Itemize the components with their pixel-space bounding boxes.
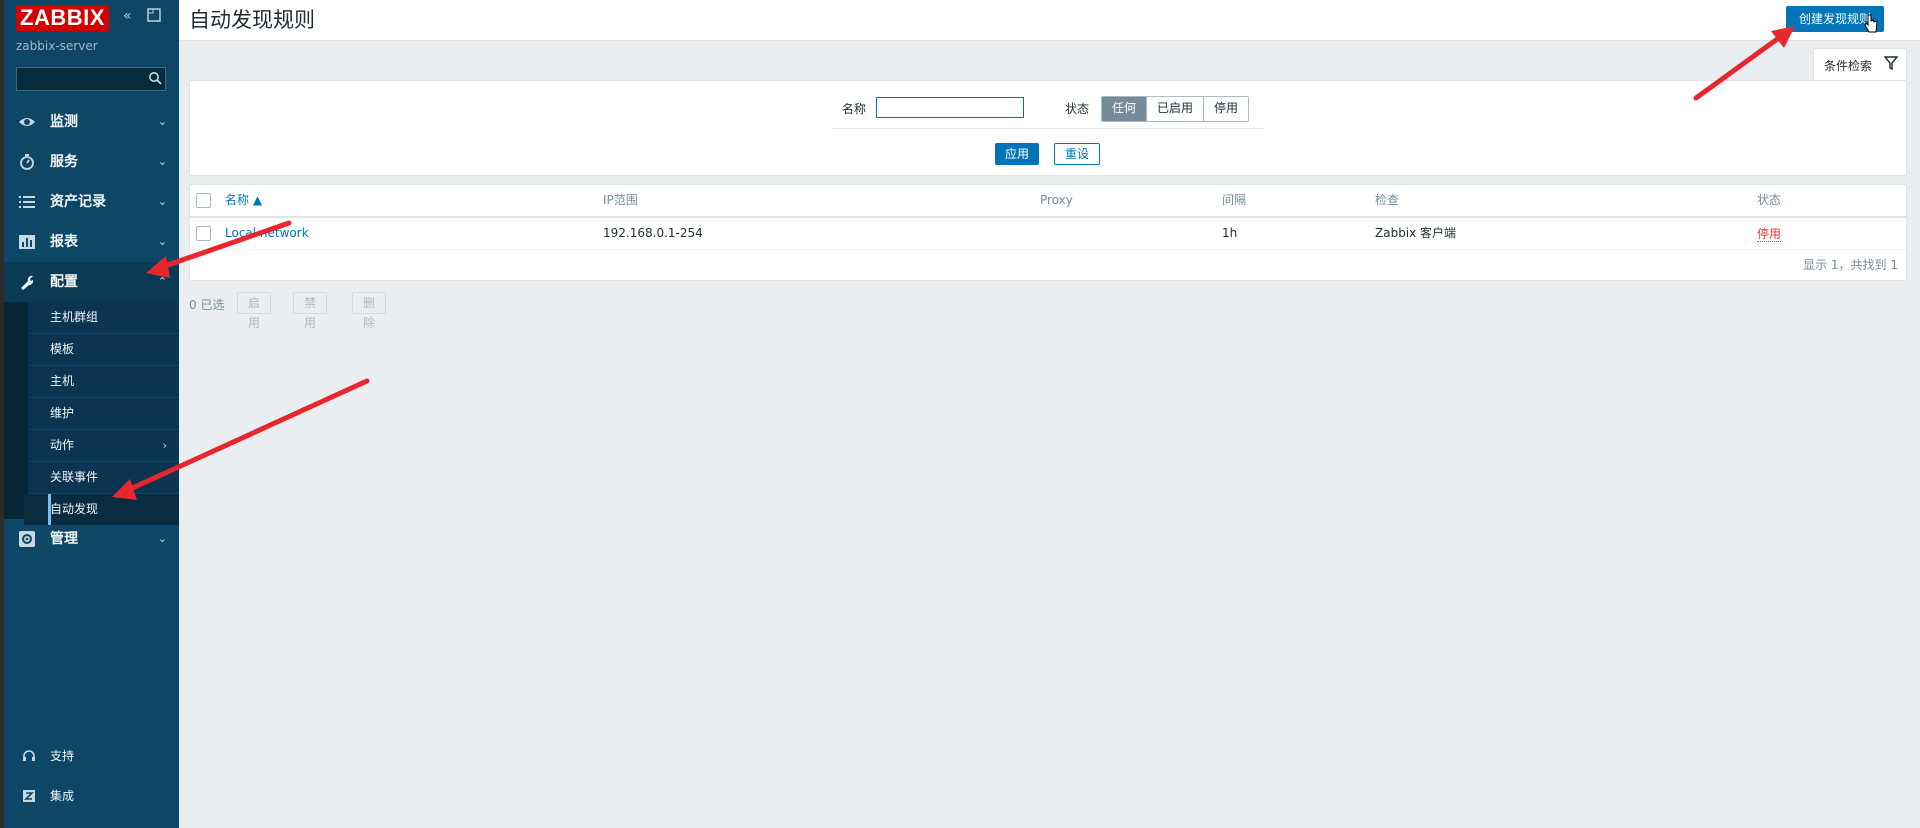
status-segmented-control: 任何 已启用 停用: [1101, 96, 1250, 122]
submenu-hosts-label: 主机: [50, 374, 75, 388]
wrench-icon: [21, 275, 34, 290]
menu-integrations-label: 集成: [50, 789, 75, 803]
admin-menu: 管理 ⌄: [4, 519, 179, 559]
column-proxy-header: Proxy: [1040, 193, 1073, 207]
submenu-host-groups-label: 主机群组: [50, 310, 99, 324]
bar-chart-icon: [19, 235, 35, 249]
table-footer: 显示 1，共找到 1: [190, 250, 1906, 280]
menu-inventory-label: 资产记录: [50, 194, 106, 210]
sidebar-search-input[interactable]: [16, 67, 166, 91]
filter-tab-label: 条件检索: [1824, 59, 1873, 73]
filter-status-label: 状态: [1065, 102, 1090, 116]
column-name-header[interactable]: 名称 ▲: [225, 185, 262, 216]
menu-configuration[interactable]: 配置 ⌃: [4, 262, 179, 302]
apply-button[interactable]: 应用: [995, 143, 1040, 165]
headset-icon: [23, 750, 35, 761]
rule-ip-range: 192.168.0.1-254: [603, 226, 703, 240]
sidebar-bottom-links: 支持 集成: [4, 736, 179, 816]
menu-reports-label: 报表: [50, 234, 78, 250]
rule-interval: 1h: [1222, 226, 1238, 240]
collapse-sidebar-icon[interactable]: «: [123, 8, 132, 24]
eye-icon: [19, 118, 35, 126]
rule-status-disabled-link[interactable]: 停用: [1757, 227, 1782, 242]
submenu-host-groups[interactable]: 主机群组: [28, 302, 179, 334]
select-all-checkbox[interactable]: [196, 193, 211, 208]
mass-enable-button[interactable]: 启用: [237, 292, 272, 330]
table-row: Local network 192.168.0.1-254 1h Zabbix …: [190, 218, 1906, 250]
status-option-disabled[interactable]: 停用: [1204, 97, 1249, 121]
chevron-up-icon: ⌃: [157, 275, 167, 288]
submenu-gutter: [4, 302, 28, 519]
submenu-maintenance-label: 维护: [50, 406, 75, 420]
column-ip-range-header: IP范围: [603, 193, 638, 207]
chevron-down-icon: ⌄: [157, 155, 167, 168]
chevron-down-icon: ⌄: [157, 532, 167, 545]
menu-inventory[interactable]: 资产记录 ⌄: [4, 182, 179, 222]
mass-delete-button[interactable]: 删除: [352, 292, 387, 330]
chevron-right-icon: ›: [162, 439, 167, 452]
submenu-event-correlation[interactable]: 关联事件: [28, 462, 179, 494]
submenu-event-correlation-label: 关联事件: [50, 470, 99, 484]
submenu-maintenance[interactable]: 维护: [28, 398, 179, 430]
menu-monitoring[interactable]: 监测 ⌄: [4, 102, 179, 142]
menu-integrations[interactable]: 集成: [4, 776, 179, 816]
submenu-actions[interactable]: 动作 ›: [28, 430, 179, 462]
filter-name-input[interactable]: [876, 97, 1024, 118]
rule-name-link[interactable]: Local network: [225, 218, 309, 249]
discovery-rules-table: 名称 ▲ IP范围 Proxy 间隔 检查 状态 Local network 1…: [189, 184, 1907, 281]
row-checkbox[interactable]: [196, 226, 211, 241]
table-count-text: 显示 1，共找到 1: [1803, 258, 1898, 272]
selected-count: 0 已选: [189, 298, 225, 312]
configuration-submenu: 主机群组 模板 主机 维护 动作 › 关联事件 自动发现: [24, 302, 179, 526]
menu-configuration-label: 配置: [50, 274, 78, 290]
status-option-enabled[interactable]: 已启用: [1147, 97, 1205, 121]
search-icon[interactable]: [148, 71, 162, 85]
chevron-down-icon: ⌄: [157, 235, 167, 248]
kiosk-mode-icon[interactable]: [147, 8, 161, 26]
page-header: 自动发现规则 创建发现规则: [179, 0, 1920, 41]
filter-divider: [833, 128, 1263, 129]
submenu-templates[interactable]: 模板: [28, 334, 179, 366]
server-name: zabbix-server: [16, 39, 98, 53]
filter-tab[interactable]: 条件检索: [1813, 48, 1907, 81]
gear-icon: [19, 531, 35, 547]
zabbix-z-icon: [23, 790, 35, 802]
table-header-row: 名称 ▲ IP范围 Proxy 间隔 检查 状态: [190, 185, 1906, 218]
menu-support[interactable]: 支持: [4, 736, 179, 776]
stopwatch-icon: [20, 154, 34, 170]
sidebar: ZABBIX « zabbix-server 监测 ⌄ 服务 ⌄ 资产记录 ⌄ …: [0, 0, 179, 828]
status-option-any[interactable]: 任何: [1102, 97, 1148, 121]
page-title: 自动发现规则: [189, 8, 315, 32]
filter-icon: [1884, 56, 1898, 70]
submenu-actions-label: 动作: [50, 438, 75, 452]
zabbix-logo[interactable]: ZABBIX: [16, 5, 109, 31]
main-menu: 监测 ⌄ 服务 ⌄ 资产记录 ⌄ 报表 ⌄ 配置 ⌃: [4, 102, 179, 302]
menu-administration-label: 管理: [50, 531, 78, 547]
filter-name-label: 名称: [842, 102, 867, 116]
column-status-header: 状态: [1757, 193, 1782, 207]
menu-support-label: 支持: [50, 749, 75, 763]
column-checks-header: 检查: [1375, 193, 1400, 207]
submenu-hosts[interactable]: 主机: [28, 366, 179, 398]
mass-disable-button[interactable]: 禁用: [293, 292, 328, 330]
reset-button[interactable]: 重设: [1054, 143, 1101, 165]
submenu-templates-label: 模板: [50, 342, 75, 356]
list-icon: [19, 196, 35, 208]
chevron-down-icon: ⌄: [157, 115, 167, 128]
menu-services[interactable]: 服务 ⌄: [4, 142, 179, 182]
filter-panel: 名称 状态 任何 已启用 停用 应用 重设: [189, 80, 1907, 176]
chevron-down-icon: ⌄: [157, 195, 167, 208]
menu-reports[interactable]: 报表 ⌄: [4, 222, 179, 262]
column-interval-header: 间隔: [1222, 193, 1247, 207]
hand-cursor-icon: [1864, 14, 1878, 33]
rule-checks: Zabbix 客户端: [1375, 226, 1457, 240]
menu-services-label: 服务: [50, 154, 78, 170]
menu-administration[interactable]: 管理 ⌄: [4, 519, 179, 559]
menu-monitoring-label: 监测: [50, 114, 78, 130]
